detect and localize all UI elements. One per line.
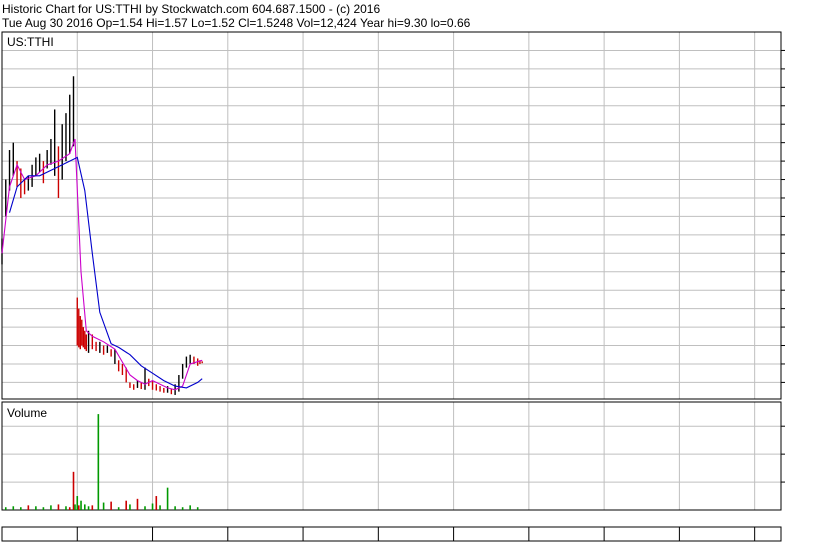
price-panel-label: US:TTHI — [7, 35, 54, 49]
volume-panel-label: Volume — [7, 406, 47, 420]
historic-chart: Historic Chart for US:TTHI by Stockwatch… — [0, 0, 830, 543]
chart-header-line2: Tue Aug 30 2016 Op=1.54 Hi=1.57 Lo=1.52 … — [2, 16, 471, 30]
chart-header-line1: Historic Chart for US:TTHI by Stockwatch… — [2, 2, 380, 16]
